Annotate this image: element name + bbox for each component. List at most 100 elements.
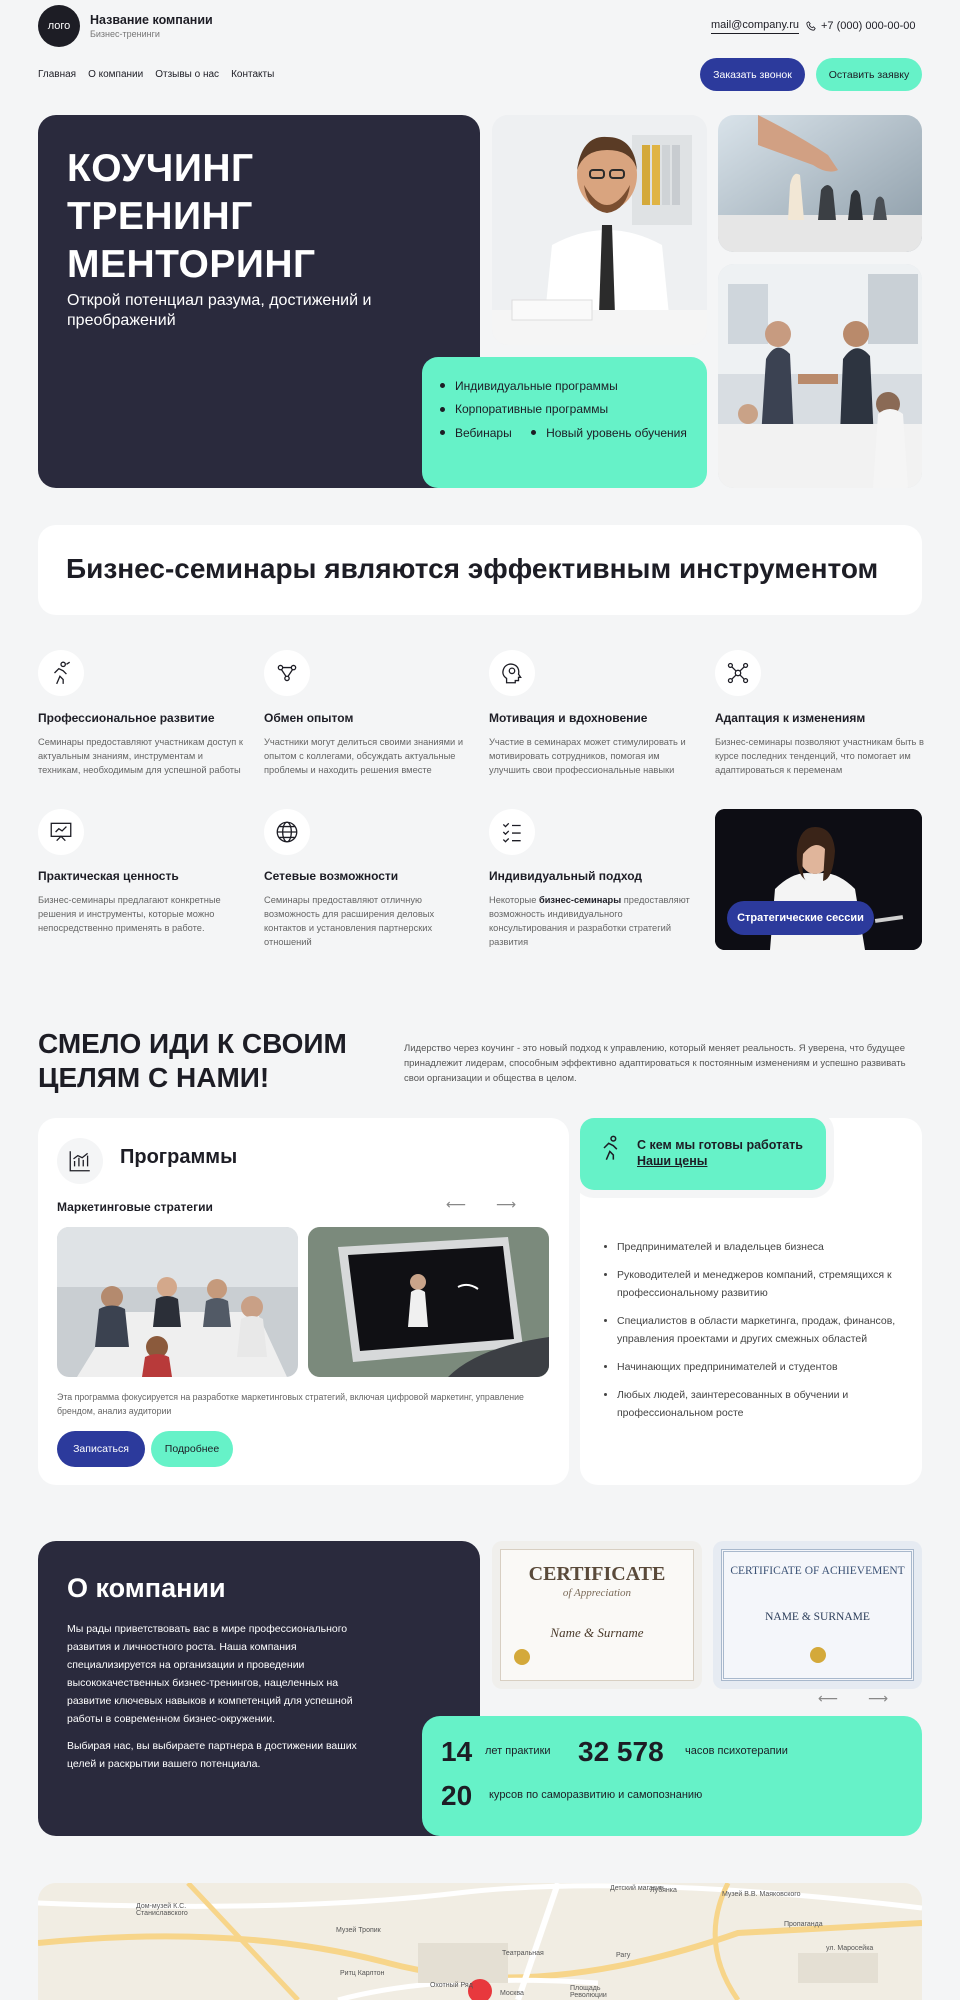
feature-text: Бизнес-семинары позволяют участникам быт…	[715, 737, 924, 775]
logo[interactable]: лого	[38, 5, 80, 47]
courses-label: курсов по саморазвитию и самопознанию	[489, 1789, 703, 1801]
feature-text: Семинары предоставляют участникам доступ…	[38, 737, 243, 775]
exchange-icon	[264, 650, 310, 696]
certificate-title: CERTIFICATE	[528, 1563, 666, 1585]
program-photo-laptop	[308, 1227, 549, 1377]
leave-request-button[interactable]: Оставить заявку	[816, 58, 922, 91]
map-label: ул. Маросейка	[826, 1945, 874, 1952]
nav-about[interactable]: О компании	[88, 69, 143, 80]
banner-text: Бизнес-семинары являются эффективным инс…	[66, 553, 879, 584]
hero-list-item: Индивидуальные программы	[440, 379, 618, 393]
program-description: Эта программа фокусируется на разработке…	[57, 1392, 524, 1416]
feature-title: Практическая ценность	[38, 869, 179, 883]
hero-title: КОУЧИНГ ТРЕНИНГ МЕНТОРИНГ	[67, 147, 316, 286]
cert-prev-arrow[interactable]: ⟵	[818, 1690, 838, 1707]
certificate-title: CERTIFICATE OF ACHIEVEMENT	[730, 1565, 905, 1577]
nav-reviews[interactable]: Отзывы о нас	[155, 69, 219, 80]
map-label: Музей В.В. Маяковского	[722, 1891, 801, 1898]
network-icon	[715, 650, 761, 696]
feature-title: Мотивация и вдохновение	[489, 711, 648, 725]
phone-number: +7 (000) 000-00-00	[821, 20, 916, 32]
main-nav: Главная О компании Отзывы о нас Контакты	[38, 69, 274, 80]
audience-item: Начинающих предпринимателей и студентов	[617, 1358, 909, 1376]
audience-item: Руководителей и менеджеров компаний, стр…	[617, 1266, 909, 1302]
hero-subtitle: Открой потенциал разума, достижений и пр…	[67, 292, 372, 329]
map-label: Москва	[500, 1990, 524, 1997]
nav-home[interactable]: Главная	[38, 69, 76, 80]
marquee-banner: Бизнес-семинары являются эффективным инс…	[38, 525, 922, 615]
programs-title: Программы	[120, 1146, 238, 1168]
about-paragraph: Мы рады приветствовать вас в мире профес…	[67, 1623, 353, 1725]
audience-item: Предпринимателей и владельцев бизнеса	[617, 1238, 909, 1256]
goals-heading: СМЕЛО ИДИ К СВОИМ ЦЕЛЯМ С НАМИ!	[38, 1028, 347, 1093]
program-subtitle: Маркетинговые стратегии	[57, 1200, 213, 1214]
nav-contacts[interactable]: Контакты	[231, 69, 274, 80]
feature-title: Сетевые возможности	[264, 869, 399, 883]
seal-icon	[514, 1649, 530, 1665]
hero-list-item: Корпоративные программы	[440, 402, 608, 416]
map[interactable]: Дом-музей К.С. Станиславского Детский ма…	[38, 1883, 922, 2000]
years-label: лет практики	[485, 1745, 551, 1757]
audience-item: Любых людей, заинтересованных в обучении…	[617, 1386, 909, 1422]
seal-icon	[810, 1647, 826, 1663]
map-label: Лубянка	[650, 1887, 677, 1894]
chart-icon	[57, 1138, 103, 1184]
hours-label: часов психотерапии	[685, 1745, 788, 1757]
map-label: Театральная	[502, 1950, 544, 1957]
feature-title: Адаптация к изменениям	[715, 711, 866, 725]
runner-icon	[38, 650, 84, 696]
map-label: Музей Тропик	[336, 1927, 381, 1934]
audience-list: Предпринимателей и владельцев бизнеса Ру…	[604, 1238, 909, 1432]
map-label: Пропаганда	[784, 1921, 823, 1928]
certificate-achievement: CERTIFICATE OF ACHIEVEMENT NAME & SURNAM…	[713, 1541, 922, 1689]
strategic-sessions-card[interactable]: Стратегические сессии	[715, 809, 922, 950]
feature-text: Участники могут делиться своими знаниями…	[264, 737, 464, 775]
certificate-name: Name & Surname	[550, 1625, 644, 1640]
feature-title: Профессиональное развитие	[38, 711, 215, 725]
order-call-button[interactable]: Заказать звонок	[700, 58, 805, 91]
globe-icon	[264, 809, 310, 855]
feature-title: Индивидуальный подход	[489, 869, 642, 883]
cert-next-arrow[interactable]: ⟶	[868, 1690, 888, 1707]
businessman-photo	[492, 115, 707, 345]
map-label: Охотный Ряд	[430, 1982, 473, 1989]
enroll-button[interactable]: Записаться	[57, 1431, 145, 1467]
goals-lead-text: Лидерство через коучинг - это новый подх…	[404, 1043, 906, 1084]
prices-link[interactable]: Наши цены	[637, 1154, 707, 1168]
presentation-icon	[38, 809, 84, 855]
about-title: О компании	[67, 1573, 226, 1603]
certificate-name: NAME & SURNAME	[765, 1611, 870, 1623]
next-arrow[interactable]: ⟶	[496, 1196, 516, 1213]
chess-photo	[718, 115, 922, 252]
map-label: Ритц Карлтон	[340, 1970, 385, 1977]
map-label: Дом-музей К.С. Станиславского	[136, 1903, 188, 1917]
head-icon	[489, 650, 535, 696]
company-name: Название компании	[90, 13, 213, 27]
feature-text: Бизнес-семинары предлагают конкретные ре…	[38, 895, 221, 933]
feature-text: Участие в семинарах может стимулировать …	[489, 737, 686, 775]
courses-number: 20	[441, 1780, 473, 1811]
program-photo-meeting	[57, 1227, 298, 1377]
hero-features-card: Индивидуальные программы Корпоративные п…	[422, 357, 707, 488]
strategic-sessions-button[interactable]: Стратегические сессии	[727, 901, 874, 935]
map-label: Площадь Революции	[570, 1985, 607, 1999]
certificate-subtitle: of Appreciation	[562, 1587, 632, 1599]
more-button[interactable]: Подробнее	[151, 1431, 233, 1467]
feature-title: Обмен опытом	[264, 711, 354, 725]
running-man-icon	[597, 1134, 625, 1167]
hero-list-item: Вебинары	[440, 426, 512, 440]
email-link[interactable]: mail@company.ru	[711, 19, 799, 34]
audience-item: Специалистов в области маркетинга, прода…	[617, 1312, 909, 1348]
map-label: Рагу	[616, 1952, 631, 1959]
about-paragraph: Выбирая нас, вы выбираете партнера в дос…	[67, 1740, 357, 1770]
certificate-appreciation: CERTIFICATE of Appreciation Name & Surna…	[492, 1541, 702, 1689]
audience-title: С кем мы готовы работать	[637, 1138, 803, 1152]
phone-link[interactable]: +7 (000) 000-00-00	[806, 20, 915, 32]
company-tagline: Бизнес-тренинги	[90, 29, 160, 39]
years-number: 14	[441, 1736, 473, 1767]
checklist-icon	[489, 809, 535, 855]
hours-number: 32 578	[578, 1736, 664, 1767]
prev-arrow[interactable]: ⟵	[446, 1196, 466, 1213]
stats-card	[422, 1716, 922, 1836]
feature-text: Семинары предоставляют отличную возможно…	[264, 895, 435, 947]
